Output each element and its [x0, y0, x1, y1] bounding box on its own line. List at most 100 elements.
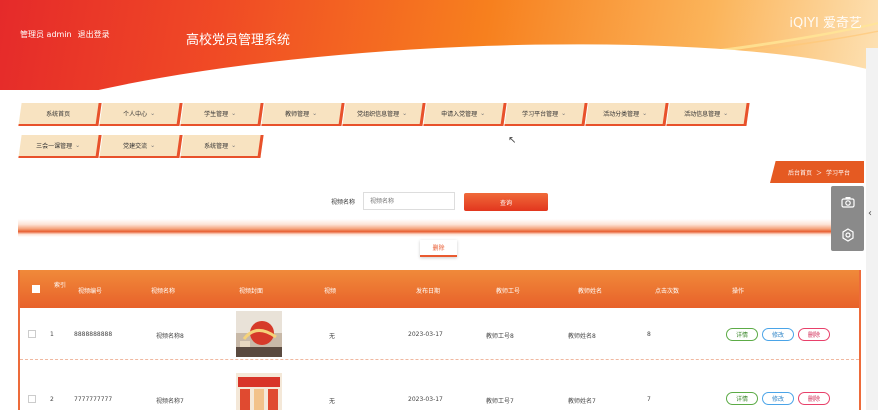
row-video-code: 8888888888	[74, 331, 113, 338]
nav-item-9[interactable]: 三会一课管理 ⌄	[18, 135, 102, 158]
user-label: 管理员 admin	[20, 30, 72, 39]
floating-toolbar	[831, 186, 864, 251]
nav-item-7[interactable]: 活动分类管理 ⌄	[585, 103, 669, 126]
edit-button[interactable]: 修改	[762, 328, 794, 341]
search-label: 视频名称	[331, 199, 356, 206]
video-cover-image[interactable]	[236, 373, 282, 410]
row-teacher-name: 教师姓名8	[568, 333, 596, 340]
edge-panel	[866, 48, 878, 410]
column-header-video: 视频	[323, 288, 336, 295]
row-teacher-name: 教师姓名7	[568, 398, 596, 405]
search-bar: 视频名称 查询	[18, 183, 861, 219]
chevron-left-icon[interactable]: ‹	[868, 208, 872, 219]
nav-item-5[interactable]: 申请入党管理 ⌄	[423, 103, 507, 126]
chevron-down-icon: ⌄	[75, 142, 81, 149]
nav-item-6[interactable]: 学习平台管理 ⌄	[504, 103, 588, 126]
user-info: 管理员 admin 退出登录	[20, 29, 110, 40]
camera-icon	[840, 197, 855, 208]
nav-item-0[interactable]: 系统首页	[18, 103, 102, 126]
select-all-checkbox[interactable]	[32, 285, 40, 293]
nav-item-label: 活动分类管理	[603, 111, 640, 118]
nav-item-label: 党组织信息管理	[357, 111, 400, 118]
table-header: 索引 视频编号 视频名称 视频封面 视频 发布日期 教师工号 教师姓名 点击次数…	[20, 270, 859, 308]
breadcrumb-separator: ＞	[816, 169, 823, 177]
decorative-band	[18, 219, 861, 237]
row-video-name: 视频名称7	[156, 398, 184, 405]
column-header-clicks: 点击次数	[654, 288, 679, 295]
search-input[interactable]	[363, 192, 455, 210]
detail-button[interactable]: 详情	[726, 392, 758, 405]
row-video: 无	[329, 333, 336, 340]
nav-item-label: 三会一课管理	[36, 143, 73, 150]
logout-link[interactable]: 退出登录	[78, 29, 110, 40]
delete-button[interactable]: 删除	[798, 392, 830, 405]
nav-item-label: 学生管理	[204, 111, 229, 118]
breadcrumb-home[interactable]: 后台首页	[788, 168, 812, 177]
page-title: 高校党员管理系统	[186, 33, 291, 48]
mouse-cursor-icon: ↖	[508, 135, 517, 146]
header-banner: 管理员 admin 退出登录 高校党员管理系统 iQIYI 爱奇艺	[0, 0, 878, 90]
chevron-down-icon: ⌄	[561, 110, 567, 117]
row-checkbox[interactable]	[28, 330, 36, 338]
detail-button[interactable]: 详情	[726, 328, 758, 341]
column-header-teacher-id: 教师工号	[495, 288, 520, 295]
row-video: 无	[329, 398, 336, 405]
table-row: 2 7777777777 视频名称7 无 2023-03-17 教师工号7 教师…	[20, 361, 859, 410]
target-icon	[841, 228, 854, 242]
row-index: 1	[50, 331, 54, 338]
chevron-down-icon: ⌄	[480, 110, 486, 117]
chevron-down-icon: ⌄	[231, 142, 237, 149]
nav-item-label: 活动信息管理	[684, 111, 721, 118]
screenshot-button[interactable]	[831, 186, 864, 218]
row-teacher-id: 教师工号7	[486, 398, 514, 405]
chevron-down-icon: ⌄	[150, 142, 156, 149]
column-header-actions: 操作	[731, 288, 744, 295]
nav-item-8[interactable]: 活动信息管理 ⌄	[666, 103, 750, 126]
batch-delete-button[interactable]: 删除	[420, 240, 457, 257]
column-header-cover: 视频封面	[238, 288, 263, 295]
chevron-down-icon: ⌄	[231, 110, 237, 117]
locate-button[interactable]	[831, 219, 864, 251]
row-click-count: 8	[647, 331, 651, 338]
chevron-down-icon: ⌄	[642, 110, 648, 117]
column-header-date: 发布日期	[415, 288, 440, 295]
column-header-code: 视频编号	[77, 288, 102, 295]
search-button[interactable]: 查询	[464, 193, 548, 211]
column-header-teacher-name: 教师姓名	[577, 288, 602, 295]
nav-item-label: 系统首页	[46, 111, 71, 118]
column-header-name: 视频名称	[150, 288, 175, 295]
row-publish-date: 2023-03-17	[408, 331, 443, 338]
row-teacher-id: 教师工号8	[486, 333, 514, 340]
nav-item-label: 学习平台管理	[522, 111, 559, 118]
video-table: 索引 视频编号 视频名称 视频封面 视频 发布日期 教师工号 教师姓名 点击次数…	[18, 270, 861, 410]
nav-item-label: 党建交流	[123, 143, 148, 150]
breadcrumb-current: 学习平台	[826, 169, 851, 177]
nav-item-11[interactable]: 系统管理 ⌄	[180, 135, 264, 158]
delete-button[interactable]: 删除	[798, 328, 830, 341]
video-cover-image[interactable]	[236, 311, 282, 357]
row-video-name: 视频名称8	[156, 333, 184, 340]
nav-item-2[interactable]: 学生管理 ⌄	[180, 103, 264, 126]
nav-item-1[interactable]: 个人中心 ⌄	[99, 103, 183, 126]
chevron-down-icon: ⌄	[402, 110, 408, 117]
nav-item-label: 系统管理	[204, 143, 229, 150]
table-row: 1 8888888888 视频名称8 无 2023-03-17 教师工号8 教师…	[20, 308, 859, 360]
main-nav: 系统首页 个人中心 ⌄ 学生管理 ⌄ 教师管理 ⌄ 党组织信息管理 ⌄ 申请入党管理 ⌄ 学习平台管理…	[18, 103, 820, 158]
edit-button[interactable]: 修改	[762, 392, 794, 405]
nav-item-4[interactable]: 党组织信息管理 ⌄	[342, 103, 426, 126]
nav-item-label: 教师管理	[285, 111, 310, 118]
row-publish-date: 2023-03-17	[408, 396, 443, 403]
row-index: 2	[50, 396, 54, 403]
nav-item-10[interactable]: 党建交流 ⌄	[99, 135, 183, 158]
nav-item-label: 个人中心	[123, 111, 148, 118]
watermark-logo: iQIYI 爱奇艺	[789, 16, 862, 31]
row-video-code: 7777777777	[74, 396, 113, 403]
nav-item-label: 申请入党管理	[441, 111, 478, 118]
chevron-down-icon: ⌄	[150, 110, 156, 117]
row-checkbox[interactable]	[28, 395, 36, 403]
nav-item-3[interactable]: 教师管理 ⌄	[261, 103, 345, 126]
breadcrumb: 后台首页 ＞ 学习平台	[770, 161, 864, 183]
row-click-count: 7	[647, 396, 651, 403]
column-header-index: 索引	[54, 282, 67, 289]
chevron-down-icon: ⌄	[723, 110, 729, 117]
